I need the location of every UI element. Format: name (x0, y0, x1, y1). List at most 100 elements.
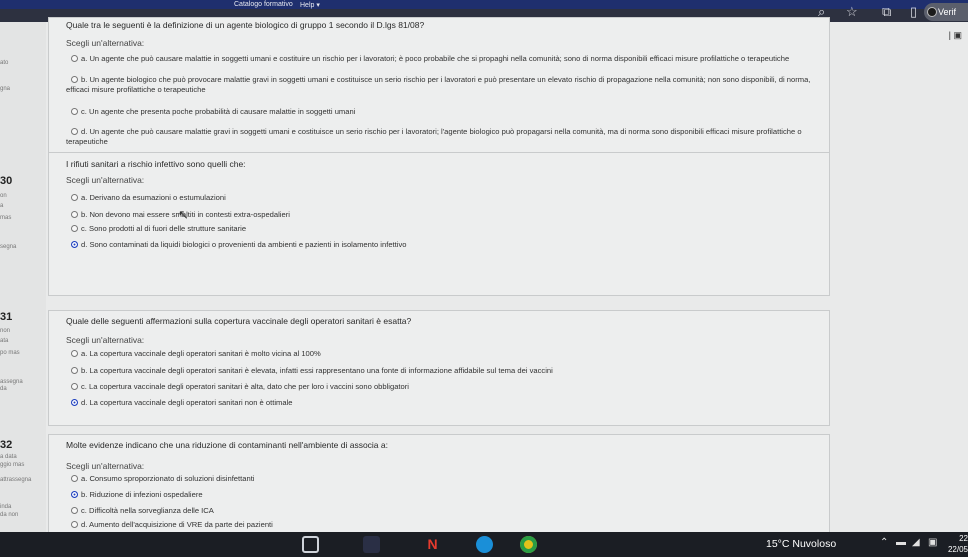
radio-button[interactable] (71, 76, 78, 83)
sidebar-scrap: a data (0, 454, 17, 460)
question-card-32: Molte evidenze indicano che una riduzion… (48, 434, 830, 532)
option-c[interactable]: c. La copertura vaccinale degli operator… (71, 381, 409, 392)
battery-icon[interactable]: ▬ (896, 537, 906, 548)
option-label: d. Aumento dell'acquisizione di VRE da p… (81, 520, 273, 529)
option-label: a. Derivano da esumazioni o estumulazion… (81, 193, 226, 202)
edge-icon[interactable] (476, 536, 493, 553)
star-icon[interactable]: ☆ (846, 3, 858, 21)
radio-button[interactable] (71, 350, 78, 357)
radio-button[interactable] (71, 383, 78, 390)
option-a[interactable]: a. Derivano da esumazioni o estumulazion… (71, 192, 226, 203)
taskbar: N 15°C Nuvoloso ⌃ ▬ ◢ ▣ 22 22/05 (0, 532, 968, 557)
option-label: d. La copertura vaccinale degli operator… (81, 398, 293, 407)
question-text: Quale delle seguenti affermazioni sulla … (66, 316, 412, 326)
keyboard-icon[interactable]: ▣ (928, 537, 937, 548)
clock-date: 22/05 (947, 545, 968, 554)
question-number-30: 30 (0, 175, 13, 187)
radio-button[interactable] (71, 521, 78, 528)
option-d[interactable]: d. Sono contaminati da liquidi biologici… (71, 239, 406, 250)
sidebar-scrap: mas (0, 215, 12, 221)
sidebar-scrap: on (0, 193, 7, 199)
option-b-continuation: efficaci misure profilattiche o terapeut… (66, 85, 206, 94)
wifi-icon[interactable]: ◢ (912, 537, 920, 548)
option-label: d. Un agente che può causare malattie gr… (81, 127, 802, 136)
question-instruction: Scegli un'alternativa: (66, 175, 145, 185)
radio-button[interactable] (71, 194, 78, 201)
question-text: I rifiuti sanitari a rischio infettivo s… (66, 159, 246, 169)
bookmark-catalogo[interactable]: Catalogo formativo (234, 1, 293, 8)
option-label: b. Un agente biologico che può provocare… (81, 75, 811, 84)
weather-widget[interactable]: 15°C Nuvoloso (766, 538, 836, 550)
profile-label: Verif (938, 7, 957, 17)
sidebar-scrap: gna (0, 86, 11, 92)
option-a[interactable]: a. Un agente che può causare malattie in… (71, 53, 789, 64)
option-a[interactable]: a. La copertura vaccinale degli operator… (71, 348, 321, 359)
bookmark-help[interactable]: Help ▾ (300, 1, 320, 9)
side-panel-toggle[interactable]: | ▣ (934, 30, 968, 44)
sidebar-scrap: da non (0, 512, 19, 518)
option-b[interactable]: b. La copertura vaccinale degli operator… (71, 365, 553, 376)
radio-button-selected[interactable] (71, 399, 78, 406)
quiz-sidebar: ato gna 30 on a mas segna 31 non ata po … (0, 22, 46, 532)
split-view-icon[interactable]: ▯ (910, 3, 917, 21)
option-a[interactable]: a. Consumo sproporzionato di soluzioni d… (71, 473, 255, 484)
option-d[interactable]: d. Aumento dell'acquisizione di VRE da p… (71, 519, 273, 530)
option-label: c. Difficoltà nella sorveglianza delle I… (81, 506, 214, 515)
clock-time: 22 (959, 534, 968, 543)
option-b[interactable]: b. Un agente biologico che può provocare… (71, 74, 810, 85)
option-label: c. Sono prodotti al di fuori delle strut… (81, 224, 247, 233)
radio-button[interactable] (71, 507, 78, 514)
profile-button[interactable]: Verif (924, 3, 968, 21)
radio-button[interactable] (71, 108, 78, 115)
option-d-continuation: terapeutiche (66, 137, 108, 146)
option-label: b. Riduzione di infezioni ospedaliere (81, 490, 203, 499)
clock[interactable]: 22 22/05 (942, 533, 968, 555)
sidebar-scrap: segna (0, 244, 17, 250)
radio-button[interactable] (71, 225, 78, 232)
option-d[interactable]: d. La copertura vaccinale degli operator… (71, 397, 292, 408)
task-view-icon[interactable] (302, 536, 319, 553)
option-c[interactable]: c. Un agente che presenta poche probabil… (71, 106, 355, 117)
sidebar-scrap: da (0, 386, 7, 392)
question-instruction: Scegli un'alternativa: (66, 461, 145, 471)
netflix-icon[interactable]: N (424, 536, 441, 553)
mouse-cursor-icon: ↖ (178, 207, 189, 222)
radio-button-selected[interactable] (71, 241, 78, 248)
sidebar-scrap: non (0, 328, 11, 334)
question-text: Molte evidenze indicano che una riduzion… (66, 440, 388, 450)
option-label: d. Sono contaminati da liquidi biologici… (81, 240, 407, 249)
radio-button[interactable] (71, 128, 78, 135)
question-number-31: 31 (0, 311, 13, 323)
option-label: b. La copertura vaccinale degli operator… (81, 366, 553, 375)
chrome-icon[interactable] (520, 536, 537, 553)
radio-button-selected[interactable] (71, 491, 78, 498)
radio-button[interactable] (71, 367, 78, 374)
option-b[interactable]: b. Riduzione di infezioni ospedaliere (71, 489, 203, 500)
radio-button[interactable] (71, 475, 78, 482)
sidebar-scrap: a (0, 203, 4, 209)
sidebar-scrap: ato (0, 60, 9, 66)
question-instruction: Scegli un'alternativa: (66, 335, 145, 345)
avatar (927, 7, 937, 17)
option-label: a. Un agente che può causare malattie in… (81, 54, 790, 63)
question-number-32: 32 (0, 439, 13, 451)
extensions-icon[interactable]: ⧉ (882, 3, 891, 21)
question-card-30: I rifiuti sanitari a rischio infettivo s… (48, 152, 830, 296)
sidebar-scrap: po mas (0, 350, 20, 356)
radio-button[interactable] (71, 211, 78, 218)
calculator-icon[interactable] (363, 536, 380, 553)
sidebar-scrap: ata (0, 338, 9, 344)
panel-icon: | ▣ (948, 30, 962, 40)
option-c[interactable]: c. Difficoltà nella sorveglianza delle I… (71, 505, 214, 516)
sidebar-scrap: attrassegna (0, 477, 32, 483)
question-instruction: Scegli un'alternativa: (66, 38, 145, 48)
sidebar-scrap: inda (0, 504, 12, 510)
tray-chevron-icon[interactable]: ⌃ (880, 537, 888, 548)
option-c[interactable]: c. Sono prodotti al di fuori delle strut… (71, 223, 246, 234)
option-d[interactable]: d. Un agente che può causare malattie gr… (71, 126, 802, 137)
radio-button[interactable] (71, 55, 78, 62)
option-label: a. Consumo sproporzionato di soluzioni d… (81, 474, 255, 483)
option-label: c. Un agente che presenta poche probabil… (81, 107, 356, 116)
option-label: a. La copertura vaccinale degli operator… (81, 349, 321, 358)
question-card-31: Quale delle seguenti affermazioni sulla … (48, 310, 830, 426)
